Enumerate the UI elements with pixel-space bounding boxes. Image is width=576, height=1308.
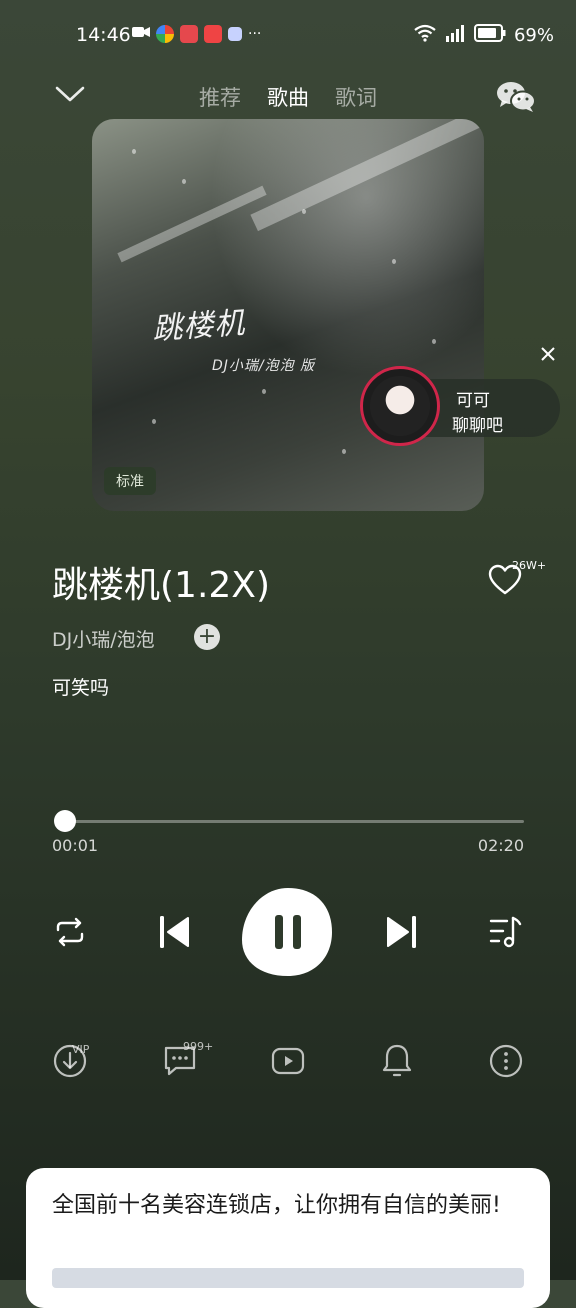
- light-streak: [250, 119, 484, 232]
- rain-drop: [132, 149, 136, 154]
- nav-tabs: 推荐 歌曲 歌词: [0, 82, 576, 122]
- artist-name[interactable]: DJ小瑞/泡泡: [52, 625, 155, 652]
- play-pause-button[interactable]: [240, 884, 336, 980]
- pause-icon: [275, 915, 283, 949]
- tab-recommend[interactable]: 推荐: [199, 82, 241, 112]
- light-streak: [117, 185, 267, 263]
- app-notification-icon: [156, 24, 174, 43]
- more-notifications-icon: ···: [248, 25, 262, 42]
- total-time: 02:20: [477, 836, 524, 855]
- comment-count-badge: 999+: [183, 1040, 214, 1053]
- vip-badge: VIP: [72, 1043, 90, 1056]
- like-count: 26W+: [512, 559, 547, 572]
- album-cover-title: 跳楼机: [151, 305, 247, 348]
- notification-icons: ···: [132, 24, 261, 43]
- progress-track[interactable]: [62, 820, 524, 823]
- tab-song[interactable]: 歌曲: [267, 82, 309, 122]
- next-icon[interactable]: [384, 912, 420, 956]
- album-cover-subtitle: DJ小瑞/泡泡 版: [212, 358, 316, 374]
- rain-drop: [182, 179, 186, 184]
- rain-drop: [342, 449, 346, 454]
- live-subtitle: 聊聊吧: [452, 416, 503, 436]
- taobao-notification-icon: [180, 24, 198, 43]
- quality-badge[interactable]: 标准: [104, 467, 156, 495]
- follow-artist-button[interactable]: +: [194, 624, 220, 650]
- video-notification-icon: [132, 24, 150, 43]
- video-icon[interactable]: [270, 1045, 306, 1081]
- ad-image[interactable]: [52, 1268, 524, 1288]
- rain-drop: [302, 209, 306, 214]
- song-title: 跳楼机(1.2X): [52, 565, 271, 606]
- store-notification-icon: [228, 26, 242, 41]
- repeat-icon[interactable]: [52, 916, 88, 952]
- bell-icon[interactable]: [380, 1042, 414, 1084]
- album-cover[interactable]: 跳楼机 DJ小瑞/泡泡 版 标准: [92, 119, 484, 511]
- rain-drop: [152, 419, 156, 424]
- ad-text[interactable]: 全国前十名美容连锁店，让你拥有自信的美丽!: [52, 1190, 532, 1222]
- more-options-icon[interactable]: [488, 1043, 524, 1083]
- signal-icon: [444, 24, 466, 47]
- rain-drop: [392, 259, 396, 264]
- battery-percent: 69%: [513, 25, 554, 46]
- wechat-icon[interactable]: [496, 80, 536, 114]
- progress-knob[interactable]: [54, 810, 77, 832]
- plus-icon: +: [197, 624, 217, 649]
- battery-icon: [473, 24, 506, 47]
- system-status: 69%: [414, 24, 554, 47]
- previous-icon[interactable]: [156, 912, 192, 956]
- shop-notification-icon: [204, 24, 222, 43]
- avatar: [370, 376, 430, 436]
- current-lyric[interactable]: 可笑吗: [52, 673, 109, 700]
- current-time: 00:01: [52, 836, 99, 855]
- tab-lyrics[interactable]: 歌词: [335, 82, 377, 112]
- wifi-icon: [414, 24, 436, 47]
- rain-drop: [432, 339, 436, 344]
- close-icon[interactable]: [536, 342, 560, 366]
- playlist-icon[interactable]: [488, 914, 524, 954]
- live-avatar-ring[interactable]: [360, 366, 440, 446]
- live-host-name: 可可: [456, 391, 490, 411]
- status-time: 14:46: [76, 24, 131, 46]
- rain-drop: [262, 389, 266, 394]
